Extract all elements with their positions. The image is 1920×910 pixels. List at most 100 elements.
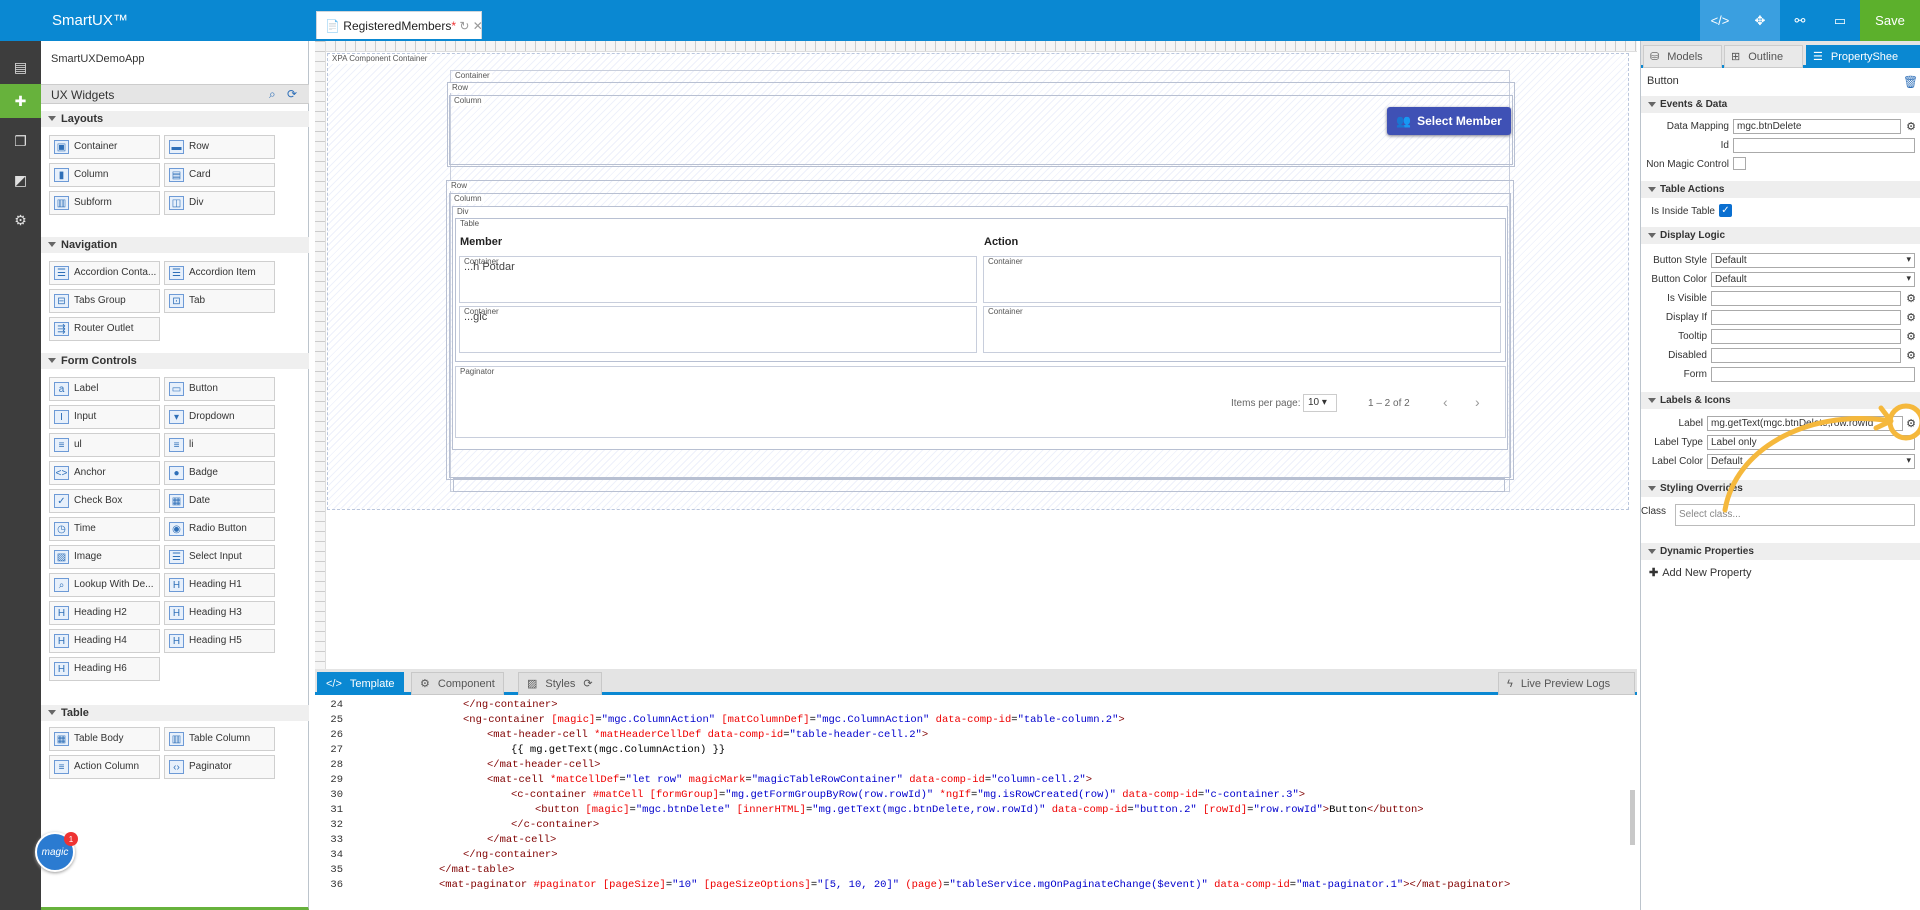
add-new-property-button[interactable]: ✚ Add New Property (1649, 566, 1751, 579)
data-mapping-field[interactable]: mgc.btnDelete (1733, 119, 1901, 134)
button-color-select[interactable]: Default (1711, 272, 1915, 287)
widget-subform[interactable]: ▥ Subform (49, 191, 160, 215)
code-line[interactable]: 35 </mat-table> (315, 863, 1635, 878)
gear-icon[interactable]: ⚙ (1905, 121, 1917, 133)
widget-accordion-item[interactable]: ☰ Accordion Item (164, 261, 275, 285)
widget-anchor[interactable]: <> Anchor (49, 461, 160, 485)
editor-scrollbar[interactable] (1630, 790, 1635, 845)
widget-image[interactable]: ▨ Image (49, 545, 160, 569)
tab-property-sheet[interactable]: ☰ PropertyShee (1806, 45, 1920, 68)
gear-icon[interactable]: ⚙ (1905, 350, 1917, 362)
widget-date[interactable]: ▦ Date (164, 489, 275, 513)
select-member-button[interactable]: 👥 Select Member (1387, 107, 1511, 135)
chart-icon[interactable]: ◩ (0, 163, 41, 197)
paginator-box[interactable]: Paginator (455, 366, 1506, 438)
widget-check-box[interactable]: ✓ Check Box (49, 489, 160, 513)
refresh-icon[interactable]: ⟳ (583, 677, 592, 690)
widget-tabs-group[interactable]: ⊟ Tabs Group (49, 289, 160, 313)
section-navigation[interactable]: Navigation (41, 237, 309, 253)
document-tab[interactable]: 📄 RegisteredMembers* ↻ ✕ (316, 11, 483, 39)
code-editor[interactable]: 24 </ng-container> 25 <ng-container [magic]… (315, 695, 1637, 910)
widget-select-input[interactable]: ☰ Select Input (164, 545, 275, 569)
id-field[interactable] (1733, 138, 1915, 153)
code-line[interactable]: 34 </ng-container> (315, 848, 1635, 863)
action-cell-2[interactable]: Container (983, 306, 1501, 353)
code-line[interactable]: 32 </c-container> (315, 818, 1635, 833)
code-line[interactable]: 36 <mat-paginator #paginator [pageSize]="… (315, 878, 1635, 893)
non-magic-checkbox[interactable] (1733, 157, 1746, 170)
section-table-actions[interactable]: Table Actions (1641, 181, 1920, 198)
code-line[interactable]: 29 <mat-cell *matCellDef="let row" magicM… (315, 773, 1635, 788)
display-if-field[interactable] (1711, 310, 1901, 325)
tab-template[interactable]: </> Template (317, 672, 404, 695)
widget-accordion-container[interactable]: ☰ Accordion Conta... (49, 261, 160, 285)
widget-column[interactable]: ▮ Column (49, 163, 160, 187)
widget-radio-button[interactable]: ◉ Radio Button (164, 517, 275, 541)
disabled-field[interactable] (1711, 348, 1901, 363)
trash-icon[interactable]: 🗑 (1903, 75, 1918, 89)
widget-table-body[interactable]: ▦ Table Body (49, 727, 160, 751)
code-line[interactable]: 26 <mat-header-cell *matHeaderCellDef dat… (315, 728, 1635, 743)
code-line[interactable]: 24 </ng-container> (315, 698, 1635, 713)
widget-tab[interactable]: ⊡ Tab (164, 289, 275, 313)
widget-time[interactable]: ◷ Time (49, 517, 160, 541)
widget-div[interactable]: ◫ Div (164, 191, 275, 215)
widget-action-column[interactable]: ≡ Action Column (49, 755, 160, 779)
tooltip-field[interactable] (1711, 329, 1901, 344)
action-cell-1[interactable]: Container (983, 256, 1501, 303)
widget-card[interactable]: ▤ Card (164, 163, 275, 187)
code-line[interactable]: 28 </mat-header-cell> (315, 758, 1635, 773)
code-view-icon[interactable]: </> (1700, 0, 1740, 41)
puzzle-icon[interactable]: ✚ (0, 84, 41, 118)
share-icon[interactable]: ⚯ (1780, 0, 1820, 41)
document-icon[interactable]: ▤ (0, 50, 41, 84)
search-icon[interactable]: ⌕ (269, 87, 276, 102)
widget-heading-h4[interactable]: H Heading H4 (49, 629, 160, 653)
code-line[interactable]: 25 <ng-container [magic]="mgc.ColumnActio… (315, 713, 1635, 728)
gear-icon[interactable]: ⚙ (0, 203, 41, 237)
copy-icon[interactable]: ❐ (0, 124, 41, 158)
widget-heading-h3[interactable]: H Heading H3 (164, 601, 275, 625)
close-icon[interactable]: ✕ (473, 19, 483, 33)
button-style-select[interactable]: Default (1711, 253, 1915, 268)
widget-label[interactable]: a Label (49, 377, 160, 401)
gear-icon[interactable]: ⚙ (1905, 312, 1917, 324)
section-layouts[interactable]: Layouts (41, 111, 309, 127)
lower-container[interactable] (453, 478, 1505, 492)
widget-container[interactable]: ▣ Container (49, 135, 160, 159)
is-visible-field[interactable] (1711, 291, 1901, 306)
column-1[interactable]: Column (449, 95, 1513, 165)
member-cell-1[interactable]: Container ...h Potdar (459, 256, 977, 303)
tab-styles[interactable]: ▨ Styles ⟳ (518, 672, 602, 695)
widget-row[interactable]: ▬ Row (164, 135, 275, 159)
form-field[interactable] (1711, 367, 1915, 382)
tab-outline[interactable]: ⊞ Outline (1724, 45, 1803, 68)
code-line[interactable]: 27 {{ mg.getText(mgc.ColumnAction) }} (315, 743, 1635, 758)
section-events-data[interactable]: Events & Data (1641, 96, 1920, 113)
save-button[interactable]: Save (1860, 0, 1920, 41)
section-display-logic[interactable]: Display Logic (1641, 227, 1920, 244)
monitor-icon[interactable]: ▭ (1820, 0, 1860, 41)
section-table[interactable]: Table (41, 705, 309, 721)
widget-paginator[interactable]: ‹› Paginator (164, 755, 275, 779)
section-form-controls[interactable]: Form Controls (41, 353, 309, 369)
widget-heading-h2[interactable]: H Heading H2 (49, 601, 160, 625)
widget-ul[interactable]: ≡ ul (49, 433, 160, 457)
widget-input[interactable]: I Input (49, 405, 160, 429)
items-per-page-select[interactable]: 10 ▾ (1303, 394, 1337, 412)
code-line[interactable]: 31 <button [magic]="mgc.btnDelete" [inner… (315, 803, 1635, 818)
refresh-icon[interactable]: ↻ (459, 19, 469, 33)
widget-heading-h1[interactable]: H Heading H1 (164, 573, 275, 597)
widget-heading-h5[interactable]: H Heading H5 (164, 629, 275, 653)
code-line[interactable]: 30 <c-container #matCell [formGroup]="mg.… (315, 788, 1635, 803)
refresh-icon[interactable]: ⟳ (287, 87, 297, 101)
tab-live-preview-logs[interactable]: ϟ Live Preview Logs (1498, 672, 1635, 695)
widget-dropdown[interactable]: ▾ Dropdown (164, 405, 275, 429)
expand-icon[interactable]: ✥ (1740, 0, 1780, 41)
widget-button[interactable]: ▭ Button (164, 377, 275, 401)
widget-badge[interactable]: ● Badge (164, 461, 275, 485)
gear-icon[interactable]: ⚙ (1905, 293, 1917, 305)
gear-icon[interactable]: ⚙ (1905, 331, 1917, 343)
widget-li[interactable]: ≡ li (164, 433, 275, 457)
tab-component[interactable]: ⚙ Component (411, 672, 504, 695)
